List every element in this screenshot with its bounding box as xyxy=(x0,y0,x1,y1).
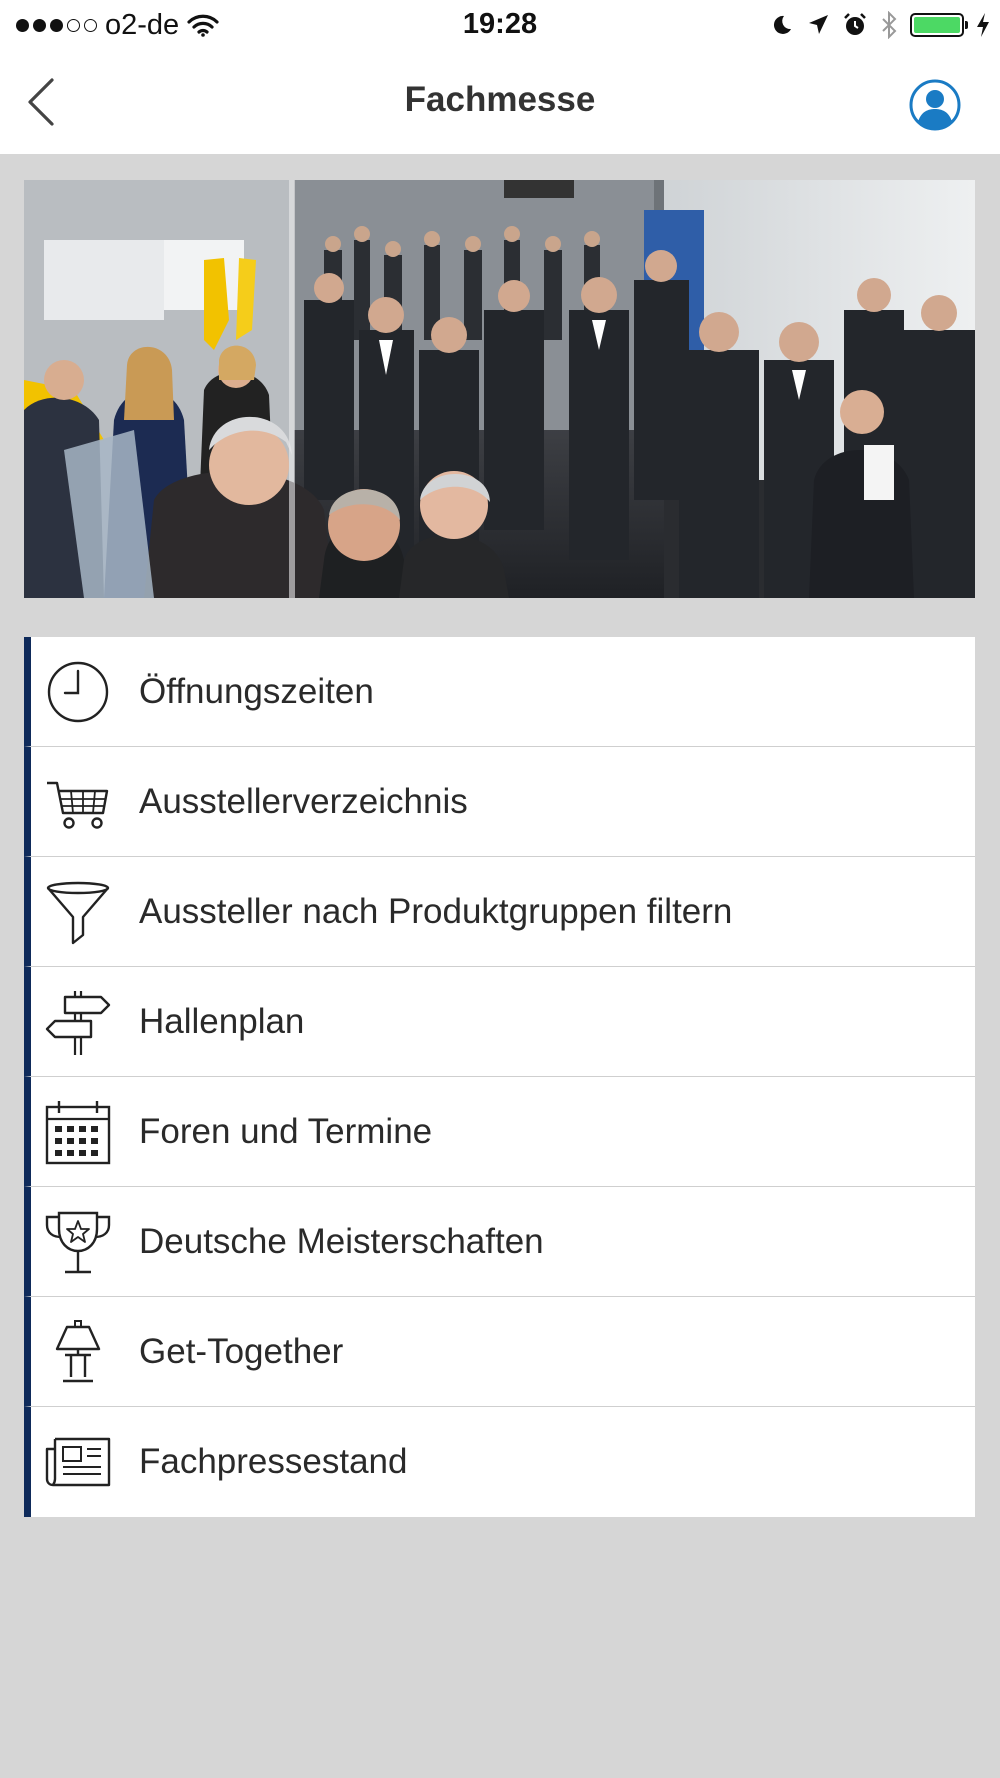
calendar-icon xyxy=(45,1101,111,1165)
menu-item-label: Hallenplan xyxy=(139,1002,305,1041)
menu-item-label: Get-Together xyxy=(139,1332,344,1371)
menu-item-label: Aussteller nach Produktgruppen filtern xyxy=(139,892,733,931)
menu-item-label: Ausstellerverzeichnis xyxy=(139,782,468,821)
clock-icon xyxy=(47,661,109,723)
menu-item-label: Öffnungszeiten xyxy=(139,672,374,711)
menu-item-foren-termine[interactable]: Foren und Termine xyxy=(24,1077,975,1187)
menu-item-fachpressestand[interactable]: Fachpressestand xyxy=(24,1407,975,1517)
battery-fill xyxy=(914,17,960,33)
menu-item-label: Fachpressestand xyxy=(139,1442,408,1481)
cart-icon xyxy=(47,781,109,829)
menu-item-label: Deutsche Meisterschaften xyxy=(139,1222,544,1261)
menu-item-get-together[interactable]: Get-Together xyxy=(24,1297,975,1407)
status-bar: o2-de 19:28 xyxy=(0,0,1000,50)
location-arrow-icon xyxy=(809,15,828,34)
bluetooth-icon xyxy=(882,11,897,39)
menu-item-hallenplan[interactable]: Hallenplan xyxy=(24,967,975,1077)
menu-item-ausstellerverzeichnis[interactable]: Ausstellerverzeichnis xyxy=(24,747,975,857)
battery-icon xyxy=(910,13,968,37)
trade-fair-photo xyxy=(24,180,975,598)
menu-item-label: Foren und Termine xyxy=(139,1112,433,1151)
trophy-icon xyxy=(45,1211,111,1274)
newspaper-icon xyxy=(45,1437,111,1487)
menu-item-deutsche-meisterschaften[interactable]: Deutsche Meisterschaften xyxy=(24,1187,975,1297)
signpost-icon xyxy=(45,991,111,1055)
profile-button[interactable] xyxy=(908,78,962,132)
filter-funnel-icon xyxy=(46,881,110,945)
navigation-bar: Fachmesse xyxy=(0,50,1000,154)
hero-image xyxy=(24,180,975,598)
moon-icon xyxy=(773,15,791,34)
menu-item-produktgruppen-filter[interactable]: Aussteller nach Produktgruppen filtern xyxy=(24,857,975,967)
page-title: Fachmesse xyxy=(404,80,596,119)
menu-list: Öffnungszeiten Ausstellerverzeichnis Aus… xyxy=(24,637,975,1517)
status-right xyxy=(770,8,990,42)
alarm-icon xyxy=(844,13,866,35)
charging-bolt-icon xyxy=(977,13,989,37)
user-profile-icon xyxy=(909,79,961,131)
lamp-table-icon xyxy=(55,1320,101,1383)
menu-item-oeffnungszeiten[interactable]: Öffnungszeiten xyxy=(24,637,975,747)
